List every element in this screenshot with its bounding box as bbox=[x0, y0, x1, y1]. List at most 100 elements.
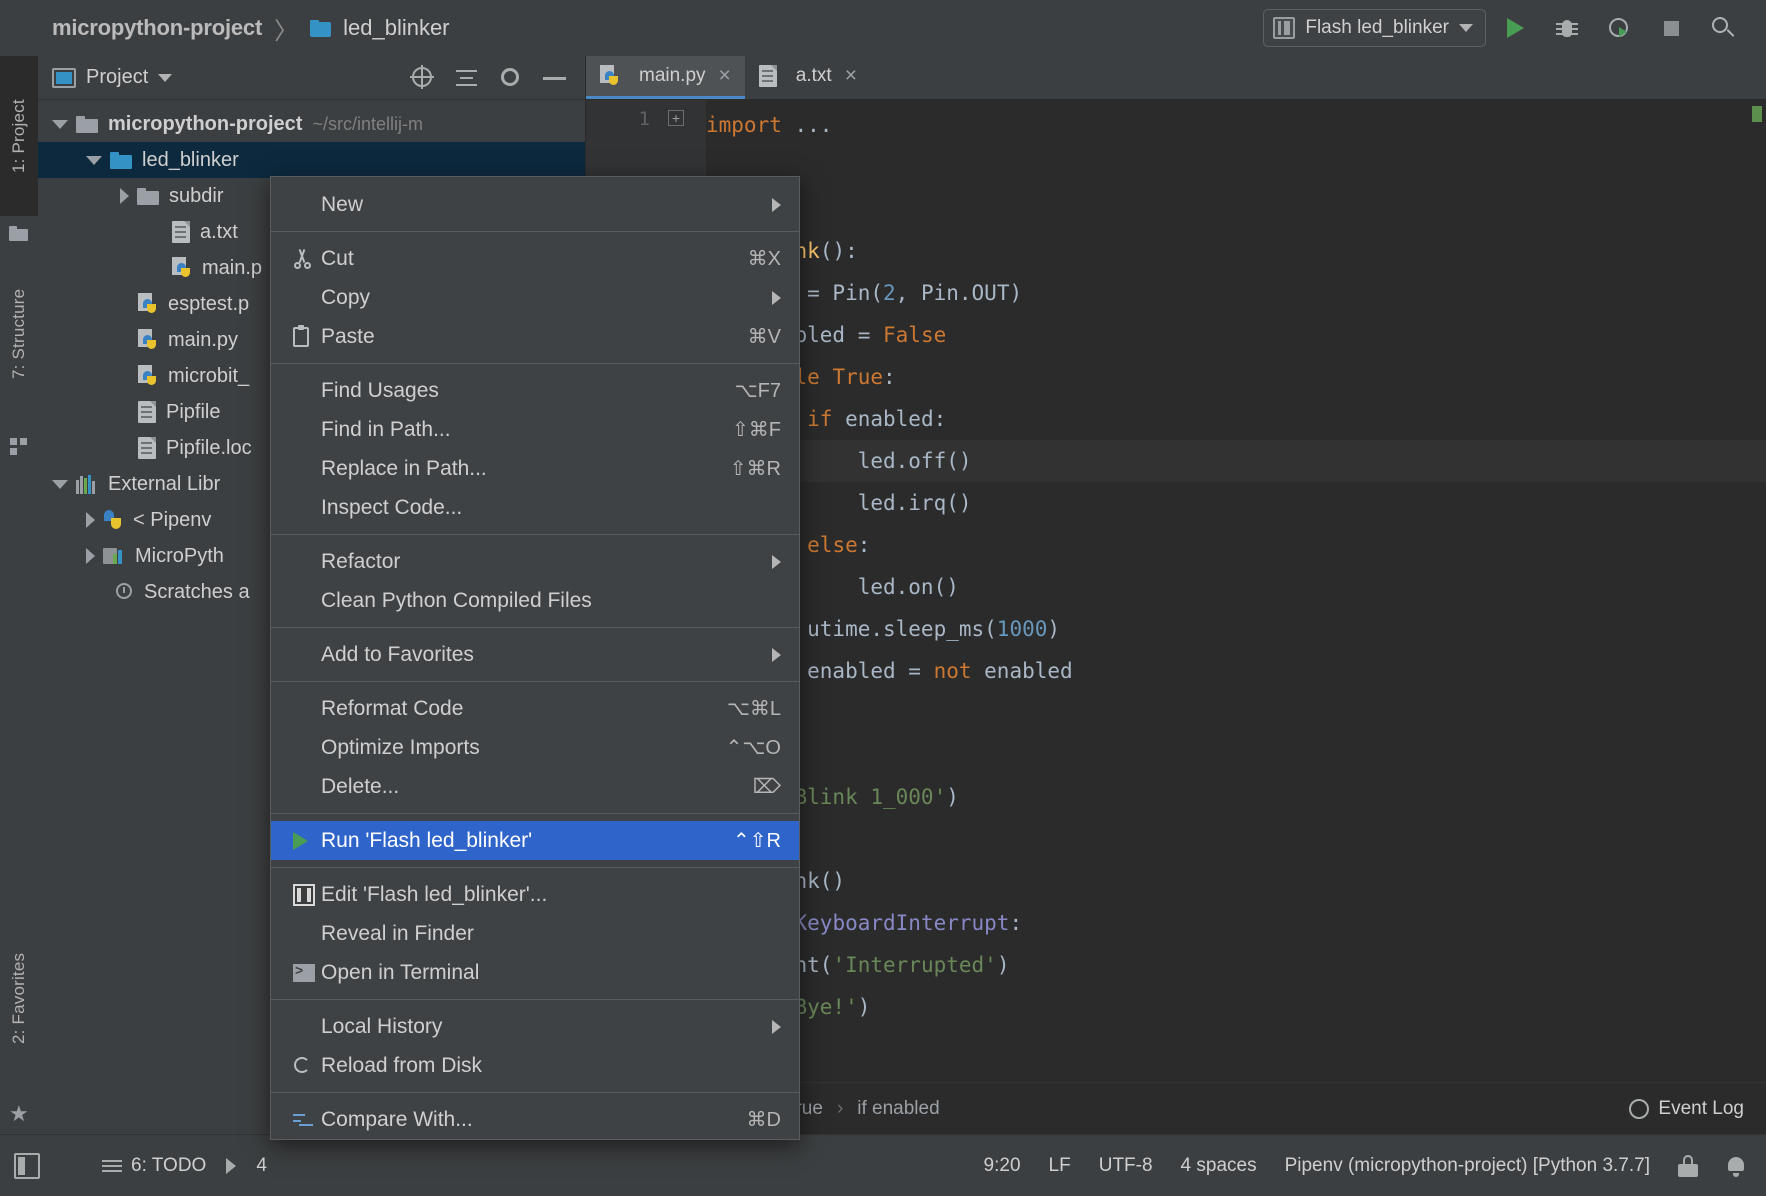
menu-item-label: Reformat Code bbox=[321, 696, 464, 720]
menu-item-refactor[interactable]: Refactor bbox=[271, 542, 799, 581]
python-icon bbox=[103, 509, 123, 531]
tree-item-label: MicroPyth bbox=[135, 544, 224, 567]
file-encoding[interactable]: UTF-8 bbox=[1099, 1155, 1153, 1177]
gear-icon[interactable] bbox=[497, 64, 525, 92]
status-bar-left: 6: TODO 4 bbox=[0, 1152, 267, 1179]
tab-main-py[interactable]: main.py × bbox=[586, 56, 745, 99]
menu-item-label: Edit 'Flash led_blinker'... bbox=[321, 882, 548, 906]
chevron-right-icon[interactable] bbox=[120, 188, 129, 204]
tree-item-label: External Libr bbox=[108, 472, 221, 495]
menu-item-shortcut: ⌥F7 bbox=[734, 380, 781, 402]
edit-config-icon bbox=[293, 883, 321, 906]
menu-item-shortcut: ⌃⇧R bbox=[733, 830, 781, 852]
menu-separator bbox=[271, 867, 799, 868]
chevron-down-icon[interactable] bbox=[86, 155, 102, 165]
tree-item-label: Pipfile bbox=[166, 400, 221, 423]
menu-item-clean-python-compiled-files[interactable]: Clean Python Compiled Files bbox=[271, 581, 799, 620]
debug-button[interactable] bbox=[1544, 5, 1590, 51]
locate-icon[interactable] bbox=[409, 64, 437, 92]
run-configuration-selector[interactable]: Flash led_blinker bbox=[1263, 9, 1486, 47]
menu-item-cut[interactable]: Cut ⌘X bbox=[271, 239, 799, 278]
context-menu[interactable]: New Cut ⌘X Copy Paste ⌘V Find Usages ⌥F7 bbox=[270, 176, 800, 1140]
menu-item-copy[interactable]: Copy bbox=[271, 278, 799, 317]
todo-tool-button[interactable]: 6: TODO bbox=[102, 1155, 206, 1177]
project-panel-header: Project bbox=[38, 56, 585, 100]
menu-item-shortcut: ⌘X bbox=[747, 248, 781, 270]
close-icon[interactable]: × bbox=[719, 64, 731, 88]
submenu-arrow-icon bbox=[772, 647, 781, 662]
chevron-down-icon[interactable] bbox=[52, 119, 68, 129]
close-icon[interactable]: × bbox=[845, 64, 857, 88]
chevron-down-icon[interactable] bbox=[158, 73, 173, 82]
stop-button[interactable] bbox=[1648, 5, 1694, 51]
menu-item-replace-in-path[interactable]: Replace in Path... ⇧⌘R bbox=[271, 449, 799, 488]
menu-item-run-flash-led-blinker[interactable]: Run 'Flash led_blinker' ⌃⇧R bbox=[271, 821, 799, 860]
search-everywhere-button[interactable] bbox=[1700, 5, 1746, 51]
menu-item-label: Delete... bbox=[321, 774, 400, 798]
run-config-icon bbox=[1273, 17, 1296, 39]
menu-item-shortcut: ⌘D bbox=[746, 1109, 781, 1131]
menu-item-add-to-favorites[interactable]: Add to Favorites bbox=[271, 635, 799, 674]
menu-item-label: Refactor bbox=[321, 549, 401, 573]
menu-item-reload-from-disk[interactable]: Reload from Disk bbox=[271, 1046, 799, 1085]
menu-item-compare-with[interactable]: Compare With... ⌘D bbox=[271, 1100, 799, 1139]
menu-separator bbox=[271, 999, 799, 1000]
menu-item-open-in-terminal[interactable]: Open in Terminal bbox=[271, 953, 799, 992]
menu-item-find-usages[interactable]: Find Usages ⌥F7 bbox=[271, 371, 799, 410]
chevron-right-icon[interactable] bbox=[86, 512, 95, 528]
hide-icon[interactable] bbox=[541, 64, 569, 92]
menu-item-optimize-imports[interactable]: Optimize Imports ⌃⌥O bbox=[271, 728, 799, 767]
tree-row-led-blinker[interactable]: led_blinker bbox=[38, 142, 585, 178]
indent-setting[interactable]: 4 spaces bbox=[1181, 1155, 1257, 1177]
tab-a-txt[interactable]: a.txt × bbox=[745, 56, 871, 99]
menu-item-find-in-path[interactable]: Find in Path... ⇧⌘F bbox=[271, 410, 799, 449]
notifications-icon[interactable] bbox=[1726, 1155, 1746, 1177]
chevron-down-icon[interactable] bbox=[52, 479, 68, 489]
caret-position[interactable]: 9:20 bbox=[984, 1155, 1021, 1177]
breadcrumb-separator: 〉 bbox=[274, 17, 299, 45]
line-separator[interactable]: LF bbox=[1049, 1155, 1071, 1177]
menu-item-paste[interactable]: Paste ⌘V bbox=[271, 317, 799, 356]
sidebar-item-project[interactable]: 1: Project bbox=[0, 56, 38, 216]
menu-item-shortcut: ⇧⌘R bbox=[729, 458, 781, 480]
menu-separator bbox=[271, 363, 799, 364]
search-icon bbox=[1710, 15, 1736, 41]
menu-item-local-history[interactable]: Local History bbox=[271, 1007, 799, 1046]
breadcrumb-directory[interactable]: led_blinker bbox=[343, 15, 449, 41]
chevron-down-icon bbox=[1459, 24, 1473, 32]
tree-row[interactable]: micropython-project ~/src/intellij-m bbox=[38, 106, 585, 142]
menu-item-new[interactable]: New bbox=[271, 185, 799, 224]
scroll-marker bbox=[1752, 106, 1762, 122]
toggle-tool-windows-icon[interactable] bbox=[14, 1152, 40, 1179]
tree-item-label: micropython-project bbox=[108, 112, 303, 135]
sidebar-item-structure[interactable]: 7: Structure bbox=[0, 246, 38, 421]
chevron-right-icon[interactable] bbox=[86, 548, 95, 564]
menu-item-delete[interactable]: Delete... ⌦ bbox=[271, 767, 799, 806]
breadcrumb-project[interactable]: micropython-project bbox=[52, 15, 262, 41]
fold-icon[interactable]: + bbox=[668, 110, 684, 126]
python-interpreter[interactable]: Pipenv (micropython-project) [Python 3.7… bbox=[1285, 1155, 1650, 1177]
menu-item-shortcut: ⌥⌘L bbox=[726, 698, 781, 720]
sidebar-item-favorites[interactable]: 2: Favorites bbox=[0, 911, 38, 1086]
menu-item-edit-flash-led-blinker[interactable]: Edit 'Flash led_blinker'... bbox=[271, 875, 799, 914]
menu-item-reveal-in-finder[interactable]: Reveal in Finder bbox=[271, 914, 799, 953]
submenu-arrow-icon bbox=[772, 197, 781, 212]
code-content: import ... def blink(): led = Pin(2, Pin… bbox=[706, 100, 1766, 1082]
menu-item-inspect-code[interactable]: Inspect Code... bbox=[271, 488, 799, 527]
menu-item-reformat-code[interactable]: Reformat Code ⌥⌘L bbox=[271, 689, 799, 728]
run-with-coverage-button[interactable] bbox=[1596, 5, 1642, 51]
run-tool-icon[interactable] bbox=[226, 1157, 237, 1174]
folder-icon bbox=[310, 19, 332, 37]
reload-icon bbox=[293, 1056, 321, 1076]
lock-icon[interactable] bbox=[1678, 1154, 1698, 1177]
breadcrumb-item[interactable]: if enabled bbox=[857, 1098, 939, 1120]
event-log-button[interactable]: Event Log bbox=[1629, 1098, 1766, 1120]
menu-item-label: Clean Python Compiled Files bbox=[321, 588, 592, 612]
micropython-lib-icon bbox=[103, 546, 125, 566]
menu-item-label: Find in Path... bbox=[321, 417, 451, 441]
python-file-icon bbox=[138, 293, 158, 315]
run-button[interactable] bbox=[1492, 5, 1538, 51]
scratches-icon bbox=[114, 582, 134, 602]
submenu-arrow-icon bbox=[772, 554, 781, 569]
collapse-all-icon[interactable] bbox=[453, 64, 481, 92]
